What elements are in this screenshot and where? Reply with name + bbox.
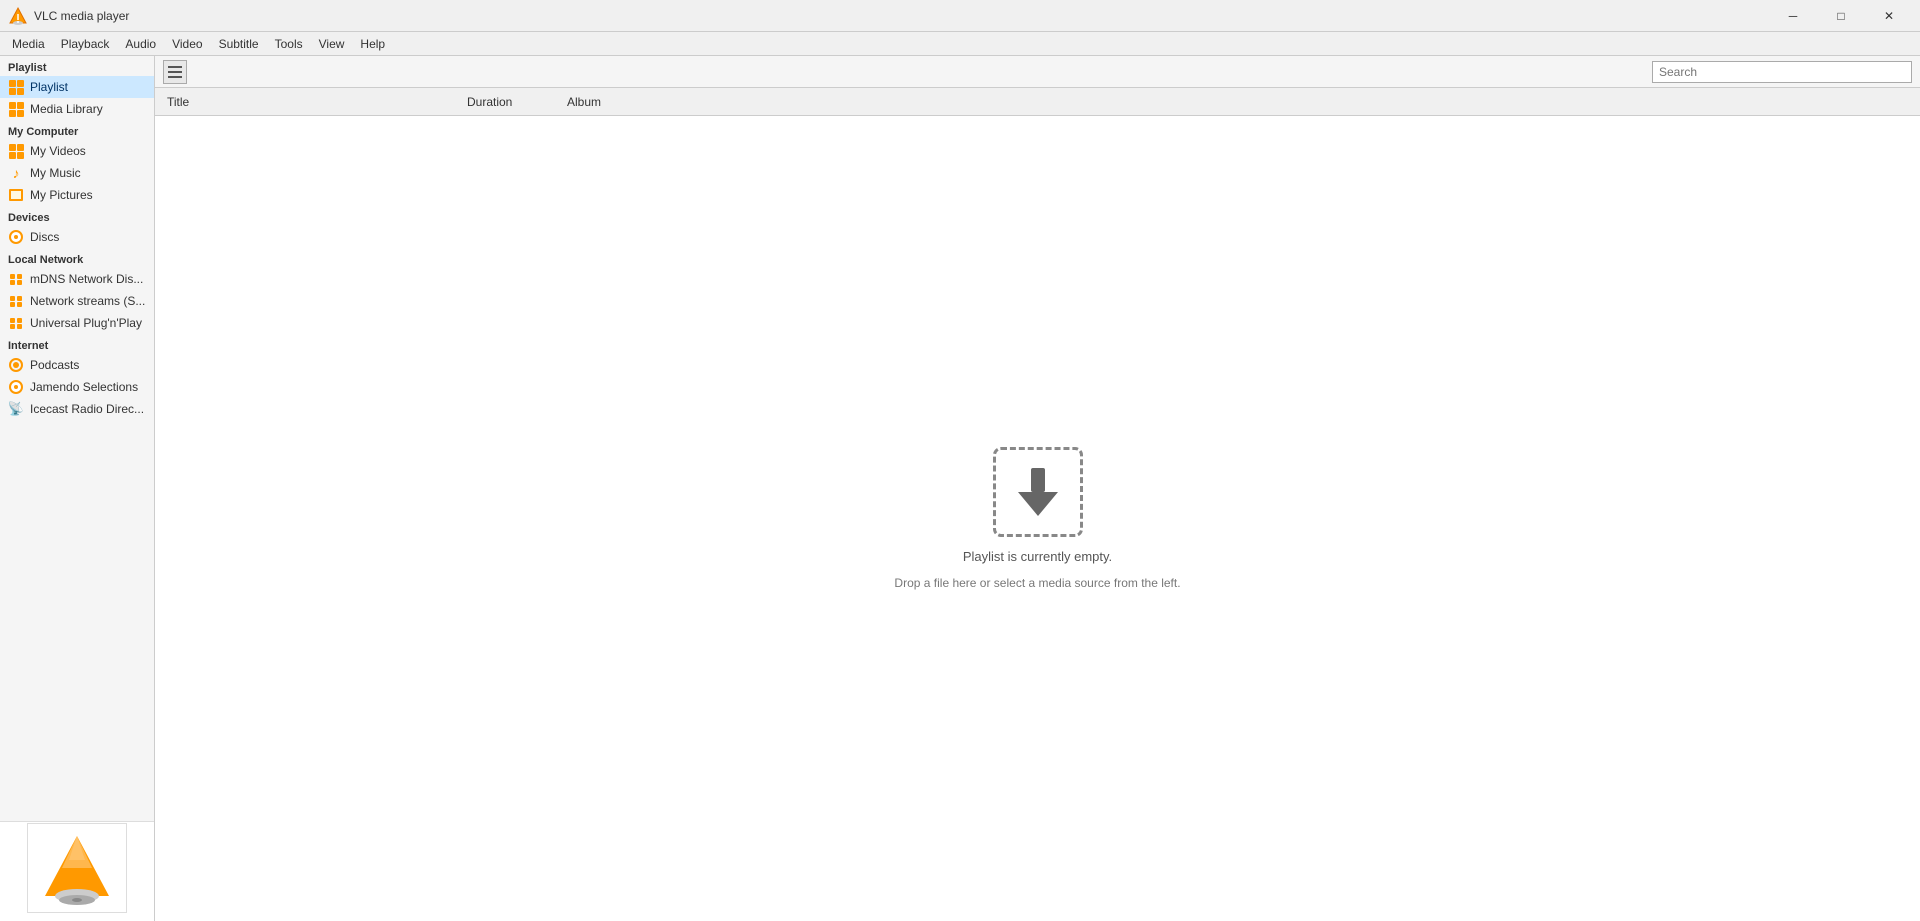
vlc-logo [37, 828, 117, 908]
sidebar: Playlist Playlist M [0, 56, 155, 921]
network-streams-icon [8, 293, 24, 309]
sidebar-item-network-streams[interactable]: Network streams (S... [0, 290, 154, 312]
jamendo-icon [8, 379, 24, 395]
sidebar-item-podcasts-label: Podcasts [30, 358, 79, 372]
menu-audio[interactable]: Audio [117, 35, 164, 53]
minimize-button[interactable]: ─ [1770, 0, 1816, 32]
disc-icon [8, 229, 24, 245]
sidebar-item-media-library-label: Media Library [30, 102, 103, 116]
sidebar-item-network-streams-label: Network streams (S... [30, 294, 145, 308]
menu-bar: Media Playback Audio Video Subtitle Tool… [0, 32, 1920, 56]
toolbar [155, 56, 1920, 88]
local-network-section-label: Local Network [0, 248, 154, 268]
sidebar-item-jamendo[interactable]: Jamendo Selections [0, 376, 154, 398]
search-input[interactable] [1652, 61, 1912, 83]
window-title: VLC media player [34, 9, 1770, 23]
sidebar-item-my-music[interactable]: ♪ My Music [0, 162, 154, 184]
universal-plug-icon [8, 315, 24, 331]
playlist-icon [8, 79, 24, 95]
sidebar-item-mdns-label: mDNS Network Dis... [30, 272, 143, 286]
empty-primary-text: Playlist is currently empty. [963, 549, 1112, 564]
sidebar-item-my-music-label: My Music [30, 166, 81, 180]
menu-video[interactable]: Video [164, 35, 210, 53]
empty-secondary-text: Drop a file here or select a media sourc… [894, 576, 1180, 590]
view-toggle-button[interactable] [163, 60, 187, 84]
podcasts-icon [8, 357, 24, 373]
devices-section-label: Devices [0, 206, 154, 226]
sidebar-bottom [0, 420, 154, 821]
sidebar-item-my-pictures[interactable]: My Pictures [0, 184, 154, 206]
app-icon [8, 6, 28, 26]
media-library-icon [8, 101, 24, 117]
sidebar-item-icecast-label: Icecast Radio Direc... [30, 402, 144, 416]
sidebar-item-universal-plug[interactable]: Universal Plug'n'Play [0, 312, 154, 334]
my-computer-section-label: My Computer [0, 120, 154, 140]
sidebar-item-my-pictures-label: My Pictures [30, 188, 93, 202]
menu-playback[interactable]: Playback [53, 35, 118, 53]
menu-tools[interactable]: Tools [267, 35, 311, 53]
sidebar-item-media-library[interactable]: Media Library [0, 98, 154, 120]
sidebar-item-playlist-label: Playlist [30, 80, 68, 94]
download-arrow-icon [1014, 466, 1062, 518]
menu-help[interactable]: Help [352, 35, 393, 53]
col-album: Album [559, 95, 759, 109]
main-layout: Playlist Playlist M [0, 56, 1920, 921]
vlc-thumbnail [27, 823, 127, 913]
sidebar-item-my-videos-label: My Videos [30, 144, 86, 158]
drop-zone-icon[interactable] [993, 447, 1083, 537]
list-view-icon [168, 66, 182, 78]
icecast-icon: 📡 [8, 401, 24, 417]
playlist-section-label: Playlist [0, 56, 154, 76]
mdns-icon [8, 271, 24, 287]
picture-icon [8, 187, 24, 203]
menu-view[interactable]: View [311, 35, 353, 53]
menu-media[interactable]: Media [4, 35, 53, 53]
sidebar-item-my-videos[interactable]: My Videos [0, 140, 154, 162]
sidebar-item-universal-plug-label: Universal Plug'n'Play [30, 316, 142, 330]
sidebar-item-icecast[interactable]: 📡 Icecast Radio Direc... [0, 398, 154, 420]
column-headers: Title Duration Album [155, 88, 1920, 116]
sidebar-item-discs-label: Discs [30, 230, 59, 244]
music-note-icon: ♪ [8, 165, 24, 181]
close-button[interactable]: ✕ [1866, 0, 1912, 32]
my-videos-icon [8, 143, 24, 159]
empty-state: Playlist is currently empty. Drop a file… [155, 116, 1920, 921]
content-area: Title Duration Album Playlist is current… [155, 56, 1920, 921]
col-duration: Duration [459, 95, 559, 109]
sidebar-item-discs[interactable]: Discs [0, 226, 154, 248]
internet-section-label: Internet [0, 334, 154, 354]
menu-subtitle[interactable]: Subtitle [211, 35, 267, 53]
sidebar-item-mdns[interactable]: mDNS Network Dis... [0, 268, 154, 290]
sidebar-item-jamendo-label: Jamendo Selections [30, 380, 138, 394]
sidebar-item-playlist[interactable]: Playlist [0, 76, 154, 98]
window-controls: ─ □ ✕ [1770, 0, 1912, 32]
thumbnail-area [0, 821, 154, 921]
sidebar-item-podcasts[interactable]: Podcasts [0, 354, 154, 376]
title-bar: VLC media player ─ □ ✕ [0, 0, 1920, 32]
maximize-button[interactable]: □ [1818, 0, 1864, 32]
col-title: Title [159, 95, 459, 109]
